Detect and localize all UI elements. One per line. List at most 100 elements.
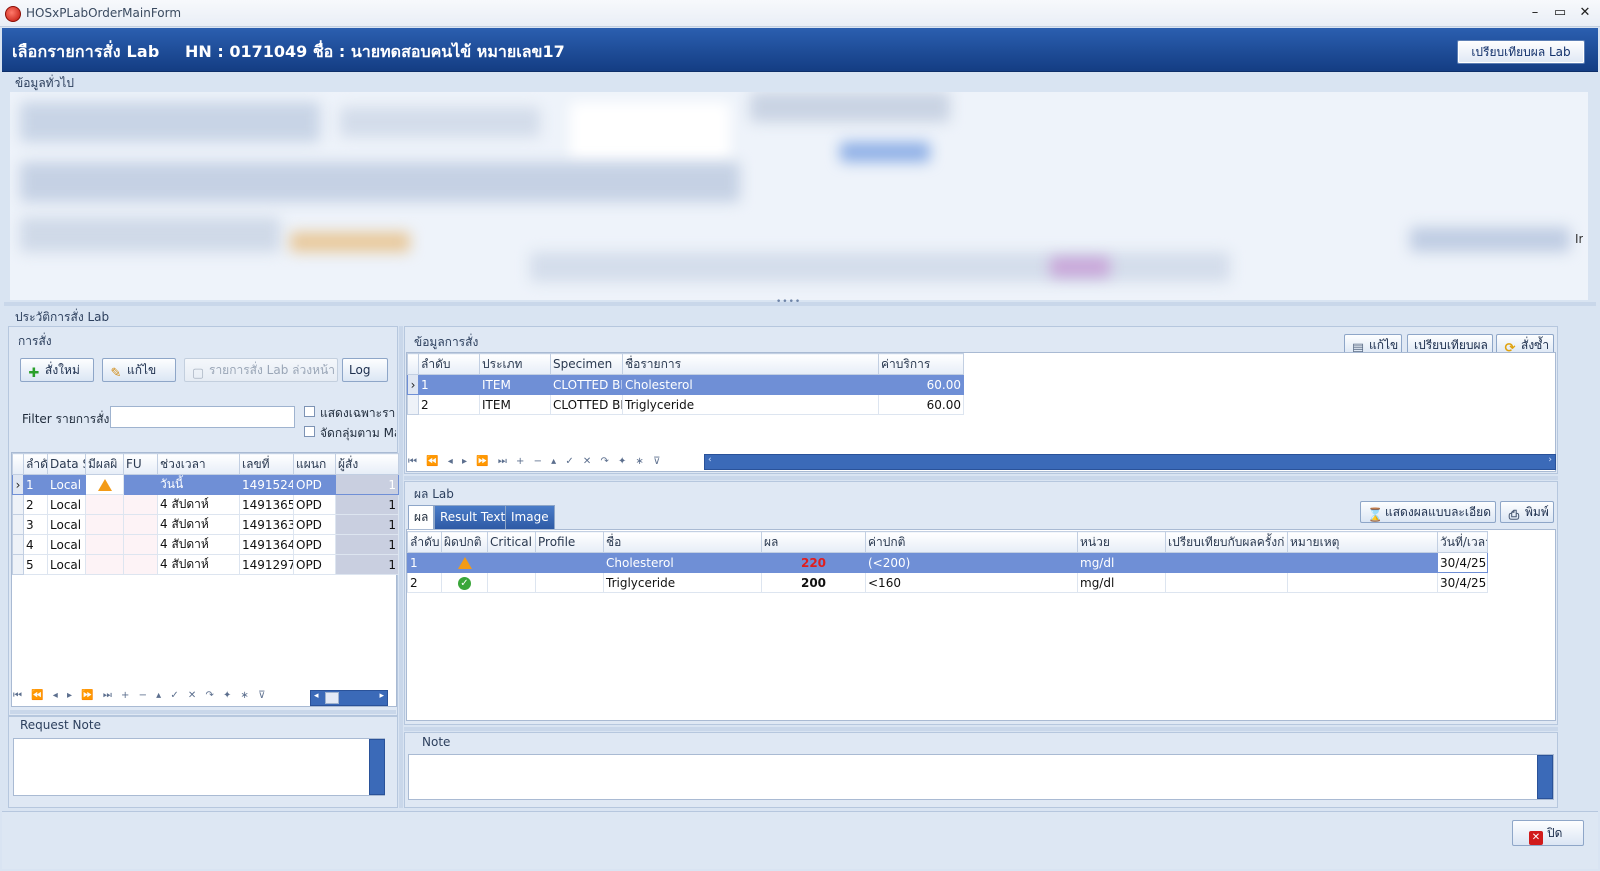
order-items-navigator[interactable]: ⏮ ⏪ ◂ ▸ ⏩ ⏭ + − ▴ ✓ ✕ ↷ ✦ ∗ ⊽	[408, 456, 663, 474]
column-header[interactable]: แผนก	[293, 453, 336, 475]
column-header[interactable]: Data S	[47, 453, 86, 475]
column-header[interactable]: มีผลผิ	[85, 453, 124, 475]
cell: <160	[865, 572, 1078, 593]
table-row[interactable]: › 1 ITEM CLOTTED BL Cholesterol 60.00	[407, 374, 964, 395]
column-header[interactable]: ช่วงเวลา	[157, 453, 240, 475]
cell: 1	[407, 552, 442, 573]
cell	[85, 514, 124, 535]
row-indicator	[12, 494, 24, 515]
order-items-hscrollbar[interactable]: ‹ ›	[704, 454, 1556, 470]
group-by-checkbox[interactable]	[304, 426, 315, 437]
table-row[interactable]: 5 Local 4 สัปดาห์ 1491297 OPD 1	[12, 554, 399, 575]
table-row[interactable]: 3 Local 4 สัปดาห์ 1491363 OPD 1	[12, 514, 399, 535]
table-row[interactable]: 4 Local 4 สัปดาห์ 1491364 OPD 1	[12, 534, 399, 555]
table-row[interactable]: 2 ✓ Triglyceride 200 <160 mg/dl 30/4/256…	[407, 572, 1488, 593]
tab-result[interactable]: ผล	[408, 505, 435, 529]
cell: 1491297	[239, 554, 294, 575]
column-header[interactable]: วันที่/เวลา ร	[1437, 531, 1488, 553]
cell	[85, 554, 124, 575]
column-header[interactable]: ลำดั	[23, 453, 48, 475]
column-header[interactable]: หน่วย	[1077, 531, 1166, 553]
indicator-header	[407, 353, 419, 375]
cell	[487, 552, 536, 573]
orders-navigator[interactable]: ⏮ ⏪ ◂ ▸ ⏩ ⏭ + − ▴ ✓ ✕ ↷ ✦ ∗ ⊽	[13, 690, 268, 708]
orders-hscrollbar[interactable]: ◂ ▸	[310, 690, 388, 706]
column-header[interactable]: Specimen	[550, 353, 623, 375]
cell: CLOTTED BL	[550, 394, 623, 415]
cell	[535, 552, 604, 573]
cell: 1491365	[239, 494, 294, 515]
cell: Triglyceride	[603, 572, 762, 593]
column-header[interactable]: ลำดับ	[407, 531, 442, 553]
edit-order-button[interactable]: ✎ แก้ไข	[102, 358, 176, 382]
cell: 1	[23, 474, 48, 495]
table-row[interactable]: 1 Cholesterol 220 (<200) mg/dl 30/4/2568	[407, 552, 1488, 573]
order-items-header-row: ลำดับ ประเภท Specimen ชื่อรายการ ค่าบริก…	[407, 353, 964, 375]
blurred-block	[290, 232, 410, 252]
column-header[interactable]: Profile	[535, 531, 604, 553]
note-scrollbar[interactable]	[1537, 755, 1553, 799]
close-window-button[interactable]: ✕	[1574, 4, 1596, 22]
row-indicator	[12, 554, 24, 575]
column-header[interactable]: ผู้สั่ง	[335, 453, 399, 475]
vertical-splitter[interactable]	[399, 326, 403, 808]
column-header[interactable]: Critical	[487, 531, 536, 553]
table-row[interactable]: 2 Local 4 สัปดาห์ 1491365 OPD 1	[12, 494, 399, 515]
column-header[interactable]: ผล	[761, 531, 866, 553]
table-row[interactable]: › 1 Local วันนี้ 1491524 OPD 1	[12, 474, 399, 495]
left-splitter[interactable]	[10, 710, 396, 714]
column-header[interactable]: หมายเหตุ	[1287, 531, 1438, 553]
show-only-checkbox[interactable]	[304, 406, 315, 417]
tab-image[interactable]: Image	[505, 505, 555, 529]
cell: 60.00	[878, 394, 964, 415]
column-header[interactable]: ผิดปกติ	[441, 531, 488, 553]
print-button[interactable]: ⎙ พิมพ์	[1500, 501, 1554, 523]
print-label: พิมพ์	[1525, 505, 1549, 519]
blurred-block	[20, 217, 280, 252]
column-header[interactable]: ค่าบริการ	[878, 353, 964, 375]
note-splitter[interactable]	[404, 727, 1558, 731]
request-note-input[interactable]	[13, 738, 385, 796]
cell	[123, 474, 158, 495]
note-input[interactable]	[408, 754, 1554, 800]
close-form-button[interactable]: ✕ ปิด	[1512, 820, 1584, 846]
scroll-thumb[interactable]	[325, 692, 339, 704]
indicator-header	[12, 453, 24, 475]
column-header[interactable]: ชื่อ	[603, 531, 762, 553]
cell: Local	[47, 494, 86, 515]
new-order-button[interactable]: ✚ สั่งใหม่	[20, 358, 94, 382]
repeat-order-label: สั่งซ้ำ	[1521, 338, 1550, 352]
cell	[123, 494, 158, 515]
column-header[interactable]: ค่าปกติ	[865, 531, 1078, 553]
scroll-right-icon: ›	[1548, 455, 1552, 465]
show-detail-button[interactable]: ⌛ แสดงผลแบบละเอียด	[1360, 501, 1496, 523]
cell: 4	[23, 534, 48, 555]
cell: Cholesterol	[603, 552, 762, 573]
column-header[interactable]: ลำดับ	[418, 353, 480, 375]
column-header[interactable]: ชื่อรายการ	[622, 353, 879, 375]
advance-order-button[interactable]: ▢ รายการสั่ง Lab ล่วงหน้า	[184, 358, 338, 382]
minimize-button[interactable]: –	[1524, 4, 1546, 22]
cell: ITEM	[479, 374, 551, 395]
maximize-button[interactable]: ▭	[1549, 4, 1571, 22]
table-row[interactable]: 2 ITEM CLOTTED BL Triglyceride 60.00	[407, 394, 964, 415]
row-indicator	[12, 534, 24, 555]
right-splitter[interactable]	[404, 476, 1558, 480]
blurred-block	[530, 252, 1230, 282]
filter-input[interactable]	[110, 406, 295, 428]
tab-result-text[interactable]: Result Text	[434, 505, 512, 529]
column-header[interactable]: เปรียบเทียบกับผลครั้งก่	[1165, 531, 1288, 553]
column-header[interactable]: FU	[123, 453, 158, 475]
request-note-scrollbar[interactable]	[369, 739, 385, 795]
log-button[interactable]: Log	[342, 358, 388, 382]
cell	[1165, 552, 1288, 573]
orders-header-row: ลำดั Data S มีผลผิ FU ช่วงเวลา เลขที่ แผ…	[12, 453, 399, 475]
cell	[85, 494, 124, 515]
order-info-label: ข้อมูลการสั่ง	[414, 335, 479, 349]
column-header[interactable]: เลขที่	[239, 453, 294, 475]
cell: 1491524	[239, 474, 294, 495]
plus-icon: ✚	[28, 366, 40, 381]
column-header[interactable]: ประเภท	[479, 353, 551, 375]
cell	[85, 534, 124, 555]
compare-lab-button[interactable]: เปรียบเทียบผล Lab	[1457, 40, 1585, 64]
